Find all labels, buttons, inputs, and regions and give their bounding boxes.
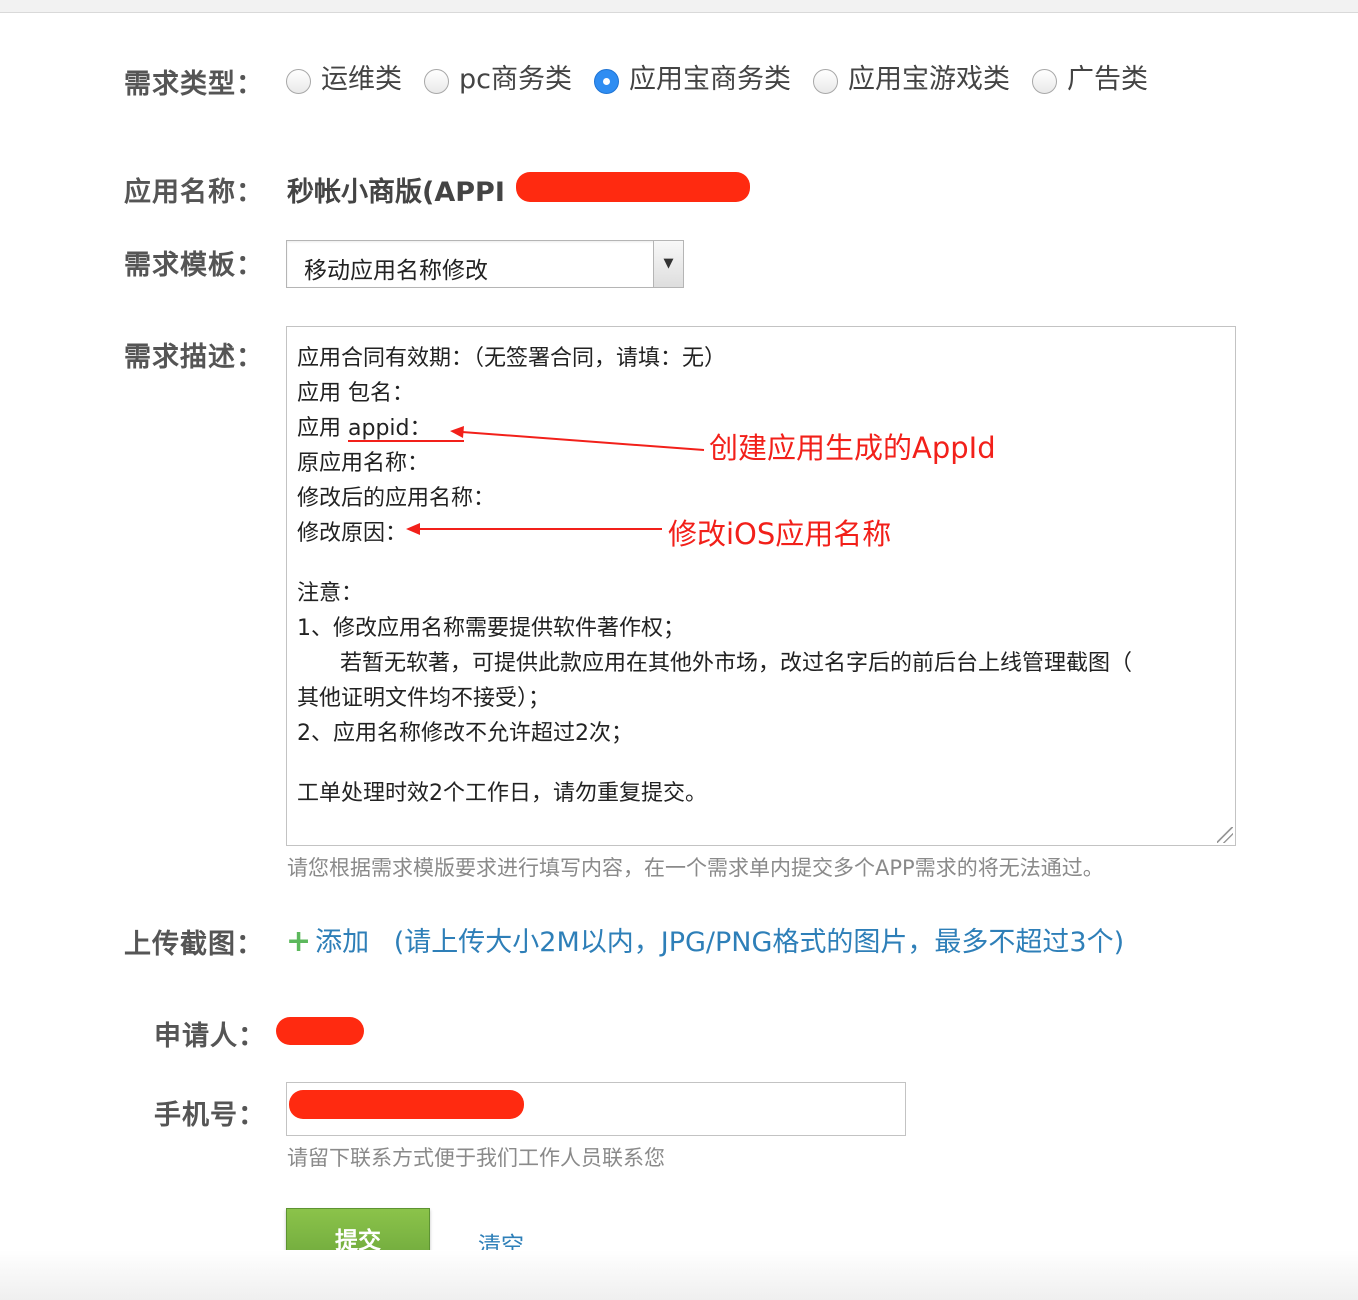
appid-annotation: 创建应用生成的AppId	[709, 431, 996, 465]
annotation-arrows	[348, 426, 705, 535]
reason-arrowhead	[406, 523, 420, 535]
reason-annotation: 修改iOS应用名称	[668, 517, 892, 551]
appid-arrow-line	[461, 431, 705, 451]
appid-arrowhead	[450, 426, 464, 438]
